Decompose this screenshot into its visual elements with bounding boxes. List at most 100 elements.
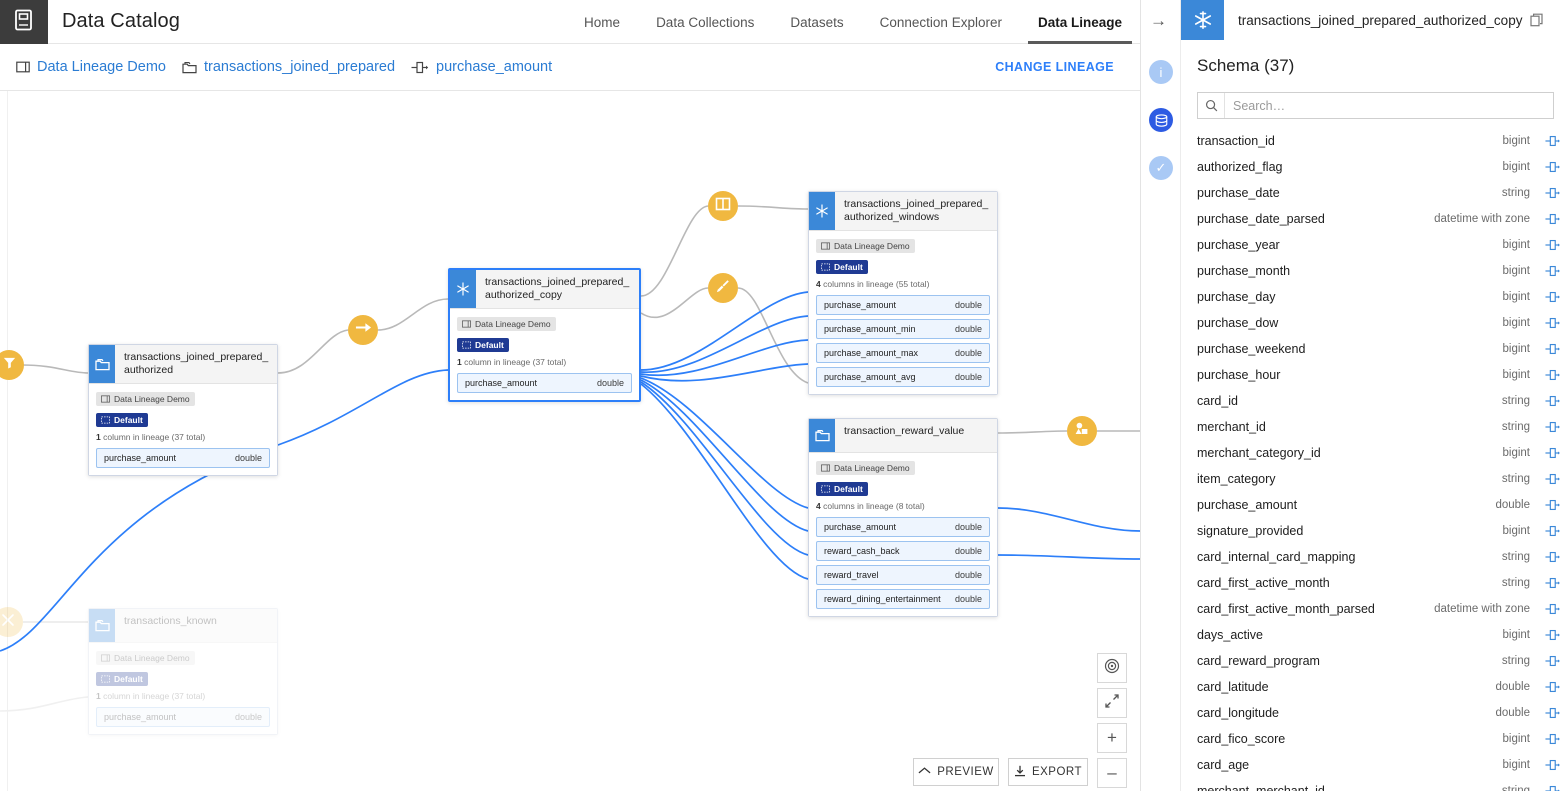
schema-row[interactable]: purchase_year bigint	[1181, 232, 1565, 258]
zoom-in-button[interactable]: +	[1097, 723, 1127, 753]
column-lineage-icon[interactable]	[1540, 187, 1565, 199]
column-lineage-icon[interactable]	[1540, 421, 1565, 433]
schema-column-type: string	[1501, 473, 1530, 485]
tab-data-collections[interactable]: Data Collections	[638, 0, 772, 44]
schema-row[interactable]: purchase_date string	[1181, 180, 1565, 206]
lineage-canvas[interactable]: transactions_joined_prepared_authorized …	[0, 91, 1140, 791]
schema-row[interactable]: purchase_day bigint	[1181, 284, 1565, 310]
column-lineage-icon[interactable]	[1540, 525, 1565, 537]
node-column-row[interactable]: purchase_amount_avg double	[816, 367, 990, 388]
schema-row[interactable]: card_id string	[1181, 388, 1565, 414]
column-lineage-icon[interactable]	[1540, 291, 1565, 303]
schema-row[interactable]: signature_provided bigint	[1181, 518, 1565, 544]
collapse-panel-button[interactable]: →	[1150, 12, 1167, 29]
schema-search-input[interactable]	[1225, 93, 1553, 118]
column-lineage-icon[interactable]	[1540, 369, 1565, 381]
schema-row[interactable]: purchase_amount double	[1181, 492, 1565, 518]
schema-search-box[interactable]	[1197, 92, 1554, 119]
breadcrumb-item-collection[interactable]: Data Lineage Demo	[16, 59, 166, 75]
node-column-row[interactable]: reward_dining_entertainment double	[816, 589, 990, 609]
node-column-row[interactable]: purchase_amount_min double	[816, 319, 990, 340]
schema-row[interactable]: card_first_active_month string	[1181, 570, 1565, 596]
tab-home[interactable]: Home	[566, 0, 638, 44]
column-lineage-icon[interactable]	[1540, 551, 1565, 563]
schema-row[interactable]: days_active bigint	[1181, 622, 1565, 648]
column-lineage-icon[interactable]	[1540, 395, 1565, 407]
node-column-row[interactable]: reward_travel double	[816, 565, 990, 585]
schema-row[interactable]: item_category string	[1181, 466, 1565, 492]
column-lineage-icon[interactable]	[1540, 681, 1565, 693]
schema-row[interactable]: transaction_id bigint	[1181, 128, 1565, 154]
copy-icon[interactable]	[1530, 13, 1544, 27]
schema-row[interactable]: purchase_weekend bigint	[1181, 336, 1565, 362]
column-lineage-icon[interactable]	[1540, 499, 1565, 511]
schema-row[interactable]: card_first_active_month_parsed datetime w…	[1181, 596, 1565, 622]
schema-column-list[interactable]: transaction_id bigint authorized_flag bigin…	[1181, 128, 1565, 791]
zoom-out-button[interactable]: –	[1097, 758, 1127, 788]
lineage-node[interactable]: transaction_reward_value Data Lineage De…	[808, 418, 998, 617]
schema-column-name: purchase_dow	[1197, 316, 1279, 330]
schema-row[interactable]: merchant_category_id bigint	[1181, 440, 1565, 466]
column-lineage-icon[interactable]	[1540, 707, 1565, 719]
preview-button[interactable]: PREVIEW	[913, 758, 999, 786]
column-lineage-icon[interactable]	[1540, 161, 1565, 173]
lineage-node[interactable]: transactions_joined_prepared_authorized_…	[808, 191, 998, 396]
schema-row[interactable]: card_latitude double	[1181, 674, 1565, 700]
breadcrumb-item-dataset[interactable]: transactions_joined_prepared	[182, 59, 395, 75]
column-lineage-icon[interactable]	[1540, 577, 1565, 589]
lineage-node-faded[interactable]: transactions_known Data Lineage Demo Def…	[88, 608, 278, 735]
column-lineage-icon[interactable]	[1540, 785, 1565, 791]
app-logo-button[interactable]	[0, 0, 48, 44]
export-button[interactable]: EXPORT	[1008, 758, 1088, 786]
change-lineage-button[interactable]: CHANGE LINEAGE	[995, 60, 1124, 74]
column-lineage-icon[interactable]	[1540, 343, 1565, 355]
tab-connection-explorer[interactable]: Connection Explorer	[862, 0, 1020, 44]
info-icon[interactable]: i	[1149, 60, 1173, 84]
column-lineage-icon[interactable]	[1540, 759, 1565, 771]
node-column-row[interactable]: purchase_amount double	[816, 517, 990, 537]
schema-row[interactable]: merchant_merchant_id string	[1181, 778, 1565, 791]
recenter-button[interactable]	[1097, 653, 1127, 683]
schema-row[interactable]: card_fico_score bigint	[1181, 726, 1565, 752]
grid-icon	[101, 416, 110, 424]
schema-row[interactable]: merchant_id string	[1181, 414, 1565, 440]
column-lineage-icon[interactable]	[1540, 265, 1565, 277]
column-lineage-icon[interactable]	[1540, 655, 1565, 667]
node-column-row[interactable]: purchase_amount double	[96, 707, 270, 727]
schema-row[interactable]: purchase_hour bigint	[1181, 362, 1565, 388]
column-lineage-icon[interactable]	[1540, 473, 1565, 485]
schema-row[interactable]: purchase_dow bigint	[1181, 310, 1565, 336]
operation-node-arrow[interactable]	[348, 315, 378, 345]
schema-row[interactable]: card_age bigint	[1181, 752, 1565, 778]
breadcrumb-item-column[interactable]: purchase_amount	[411, 59, 552, 75]
schema-row[interactable]: card_longitude double	[1181, 700, 1565, 726]
column-lineage-icon[interactable]	[1540, 239, 1565, 251]
schema-row[interactable]: purchase_date_parsed datetime with zone	[1181, 206, 1565, 232]
tab-data-lineage[interactable]: Data Lineage	[1020, 0, 1140, 44]
lineage-node-selected[interactable]: transactions_joined_prepared_authorized_…	[448, 268, 641, 403]
column-lineage-icon[interactable]	[1540, 135, 1565, 147]
node-column-row[interactable]: purchase_amount double	[96, 448, 270, 469]
schema-database-icon[interactable]	[1149, 108, 1173, 132]
schema-row[interactable]: card_reward_program string	[1181, 648, 1565, 674]
tab-datasets[interactable]: Datasets	[772, 0, 861, 44]
node-column-row[interactable]: purchase_amount_max double	[816, 343, 990, 364]
column-lineage-icon[interactable]	[1540, 317, 1565, 329]
lineage-node[interactable]: transactions_joined_prepared_authorized …	[88, 344, 278, 477]
column-lineage-icon[interactable]	[1540, 213, 1565, 225]
column-lineage-icon[interactable]	[1540, 629, 1565, 641]
check-icon[interactable]: ✓	[1149, 156, 1173, 180]
column-lineage-icon[interactable]	[1540, 733, 1565, 745]
operation-node-clean[interactable]	[708, 273, 738, 303]
column-lineage-icon[interactable]	[1540, 447, 1565, 459]
schema-row[interactable]: authorized_flag bigint	[1181, 154, 1565, 180]
node-column-row[interactable]: purchase_amount double	[457, 373, 632, 394]
fullscreen-button[interactable]	[1097, 688, 1127, 718]
schema-row[interactable]: purchase_month bigint	[1181, 258, 1565, 284]
operation-node-shapes[interactable]	[1067, 416, 1097, 446]
schema-row[interactable]: card_internal_card_mapping string	[1181, 544, 1565, 570]
node-column-row[interactable]: purchase_amount double	[816, 295, 990, 316]
operation-node-columns[interactable]	[708, 191, 738, 221]
node-column-row[interactable]: reward_cash_back double	[816, 541, 990, 561]
column-lineage-icon[interactable]	[1540, 603, 1565, 615]
